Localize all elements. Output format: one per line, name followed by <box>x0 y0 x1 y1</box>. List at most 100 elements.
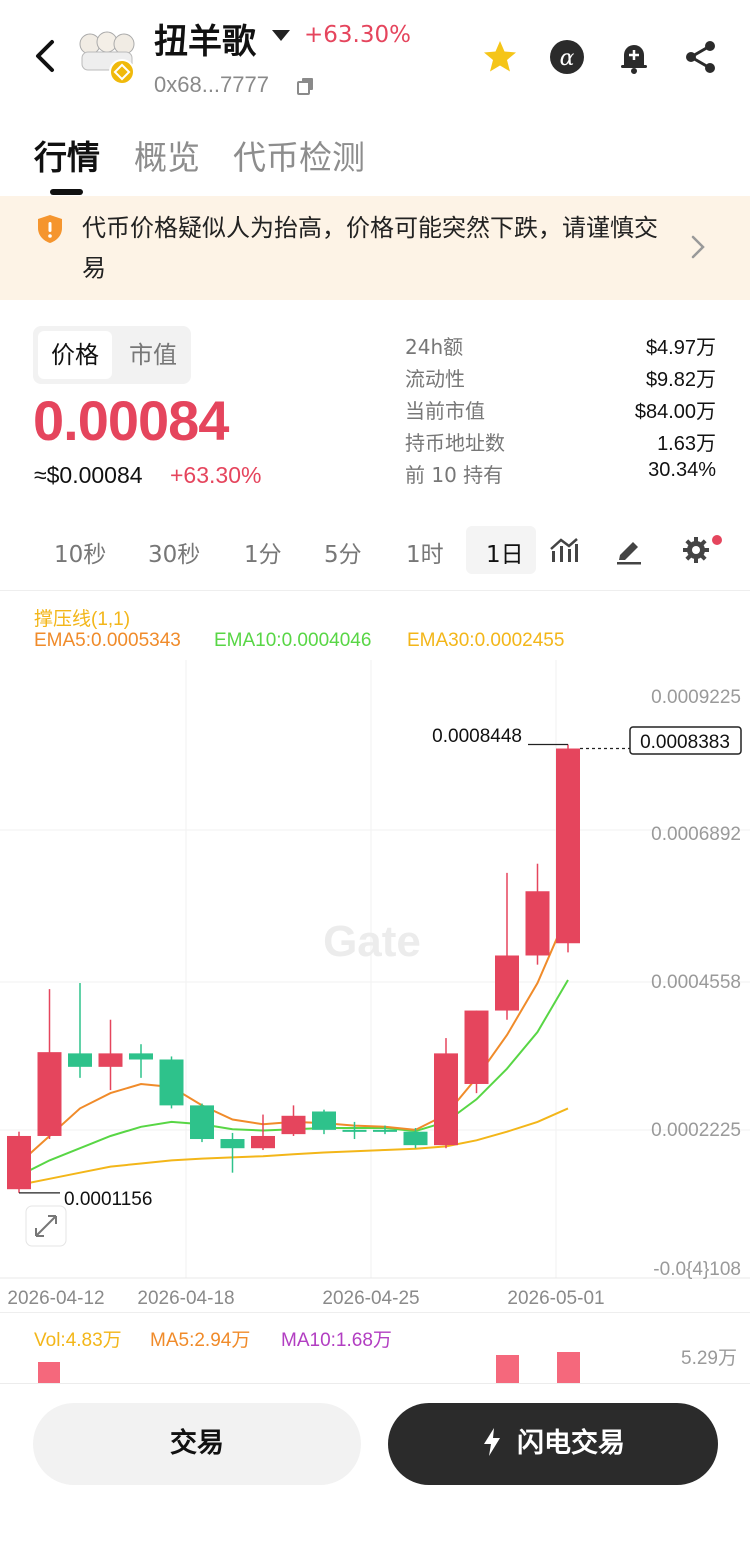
usd-price: ≈$0.00084 <box>34 462 143 488</box>
draw-pen-icon[interactable] <box>614 535 644 565</box>
support-resistance-label[interactable]: 撑压线(1,1) <box>34 604 130 631</box>
indicator-chart-icon[interactable] <box>549 535 579 565</box>
favorite-star-icon[interactable] <box>481 38 519 76</box>
stat-value-liquidity: $9.82万 <box>645 369 716 391</box>
x-tick-1: 2026-04-18 <box>137 1288 234 1309</box>
candle-body <box>68 1053 92 1067</box>
candle-body <box>373 1129 397 1132</box>
header: 扭羊歌 +63.30% 0x68...7777 α <box>0 0 750 115</box>
candle-body <box>525 891 550 956</box>
x-tick-0: 2026-04-12 <box>7 1288 104 1309</box>
interval-1m[interactable]: 1分 <box>244 535 282 569</box>
candlestick-chart[interactable]: Gate 0.0009225 0.0006892 0.0004558 0.000… <box>0 660 750 1320</box>
price-change: +63.30% <box>170 462 262 488</box>
last-price-label: 0.0008383 <box>640 732 730 753</box>
divider <box>0 1312 750 1313</box>
interval-30s[interactable]: 30秒 <box>148 535 200 569</box>
toggle-market-cap[interactable]: 市值 <box>121 331 185 379</box>
flash-trade-button[interactable]: 闪电交易 <box>388 1403 718 1485</box>
candle-body <box>159 1059 184 1106</box>
ema10-label: EMA10:0.0004046 <box>214 630 372 651</box>
stat-value-holders: 1.63万 <box>657 433 716 455</box>
volume-bar <box>38 1362 60 1383</box>
svg-text:α: α <box>560 46 575 71</box>
interval-5m[interactable]: 5分 <box>324 535 362 569</box>
candle-body <box>495 955 519 1011</box>
active-tab-indicator <box>50 189 83 195</box>
candle-body <box>190 1105 214 1140</box>
volume-max-label: 5.29万 <box>681 1348 737 1369</box>
token-name[interactable]: 扭羊歌 <box>154 14 256 63</box>
y-tick-0: 0.0009225 <box>651 687 741 708</box>
stat-label-liquidity: 流动性 <box>405 367 465 391</box>
warning-text: 代币价格疑似人为抬高，价格可能突然下跌，请谨慎交易 <box>82 214 658 282</box>
tab-token-check[interactable]: 代币检测 <box>233 131 365 179</box>
interval-10s[interactable]: 10秒 <box>54 535 106 569</box>
candle-body <box>342 1129 367 1132</box>
y-tick-2: 0.0004558 <box>651 972 741 993</box>
stat-value-market-cap: $84.00万 <box>634 401 716 423</box>
stat-value-volume: $4.97万 <box>645 337 716 359</box>
ema30-label: EMA30:0.0002455 <box>407 630 565 651</box>
candle-body <box>556 748 580 944</box>
high-price-label: 0.0008448 <box>432 726 522 747</box>
candle-body <box>281 1115 306 1135</box>
chevron-right-icon[interactable] <box>688 234 708 260</box>
copy-icon[interactable] <box>296 76 316 96</box>
candle-body <box>7 1135 31 1190</box>
toggle-price[interactable]: 价格 <box>38 331 112 379</box>
alpha-icon[interactable]: α <box>548 38 586 76</box>
gate-watermark: Gate <box>323 917 421 966</box>
share-icon[interactable] <box>682 38 720 76</box>
volume-label: Vol:4.83万 <box>34 1330 122 1351</box>
trade-button[interactable]: 交易 <box>33 1403 361 1485</box>
stat-label-volume: 24h额 <box>405 335 464 359</box>
price-alert-bell-icon[interactable] <box>615 38 653 76</box>
candle-body <box>98 1053 123 1067</box>
candle-body <box>403 1131 428 1146</box>
stat-label-top10: 前 10 持有 <box>405 463 504 487</box>
candle-body <box>434 1053 458 1146</box>
settings-notification-dot <box>712 535 722 545</box>
candle-body <box>464 1010 489 1084</box>
candle-body <box>312 1111 336 1130</box>
candle-body <box>251 1135 275 1149</box>
header-change: +63.30% <box>304 22 411 48</box>
candle-body <box>129 1053 153 1060</box>
risk-warning-banner[interactable]: 代币价格疑似人为抬高，价格可能突然下跌，请谨慎交易 <box>0 196 750 300</box>
tab-market[interactable]: 行情 <box>34 131 100 179</box>
price-marketcap-toggle: 价格 市值 <box>33 326 191 384</box>
y-tick-3: 0.0002225 <box>651 1120 741 1141</box>
current-price: 0.00084 <box>33 389 229 452</box>
stat-label-market-cap: 当前市值 <box>405 399 485 423</box>
settings-gear-icon[interactable] <box>681 535 711 565</box>
volume-bar <box>557 1352 580 1383</box>
shield-warning-icon <box>38 215 62 243</box>
x-tick-3: 2026-05-01 <box>507 1288 604 1309</box>
tab-overview[interactable]: 概览 <box>134 131 200 179</box>
bottom-action-bar: 交易 闪电交易 <box>0 1383 750 1553</box>
interval-1d[interactable]: 1日 <box>486 535 524 569</box>
candle-body <box>37 1052 62 1136</box>
volume-bar <box>496 1355 519 1383</box>
token-avatar <box>79 31 135 85</box>
volume-ma10-label: MA10:1.68万 <box>281 1330 392 1351</box>
candle-body <box>220 1139 245 1149</box>
flash-trade-label: 闪电交易 <box>517 1428 625 1459</box>
expand-chart-icon[interactable] <box>25 1205 67 1247</box>
trade-button-label: 交易 <box>170 1428 224 1459</box>
stat-value-top10: 30.34% <box>648 459 716 481</box>
divider <box>0 590 750 591</box>
lightning-bolt-icon <box>484 1428 500 1456</box>
contract-address: 0x68...7777 <box>154 72 269 97</box>
volume-ma5-label: MA5:2.94万 <box>150 1330 251 1351</box>
y-tick-4: -0.0{4}108 <box>653 1259 741 1280</box>
token-dropdown-caret-icon[interactable] <box>272 30 290 41</box>
y-tick-1: 0.0006892 <box>651 824 741 845</box>
x-tick-2: 2026-04-25 <box>322 1288 419 1309</box>
ema5-label: EMA5:0.0005343 <box>34 630 181 651</box>
candles <box>7 744 580 1193</box>
interval-1h[interactable]: 1时 <box>406 535 444 569</box>
back-arrow-icon[interactable] <box>30 38 62 74</box>
stat-label-holders: 持币地址数 <box>405 431 505 455</box>
